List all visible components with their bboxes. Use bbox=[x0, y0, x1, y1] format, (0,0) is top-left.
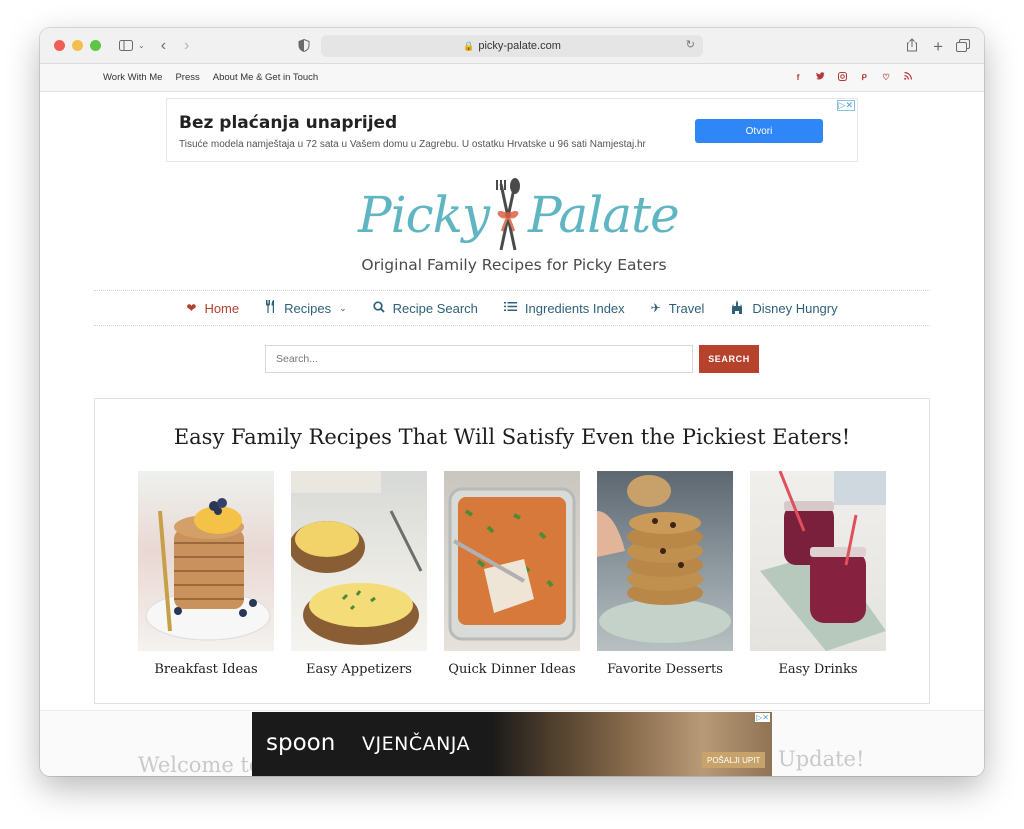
utensils-icon bbox=[265, 300, 276, 316]
share-icon[interactable] bbox=[906, 38, 918, 52]
site-logo[interactable]: Picky Palate bbox=[356, 178, 680, 254]
category-card-drinks[interactable]: Easy Drinks bbox=[750, 471, 886, 677]
castle-icon bbox=[730, 299, 744, 317]
url-text: picky-palate.com bbox=[478, 40, 561, 52]
top-ad-banner[interactable]: Bez plaćanja unaprijed Tisuće modela nam… bbox=[166, 98, 858, 162]
forward-icon[interactable]: › bbox=[184, 37, 189, 55]
bottom-ad-banner[interactable]: spoon VJENČANJA POŠALJI UPIT ▷✕ bbox=[252, 712, 772, 776]
logo-word-palate: Palate bbox=[528, 186, 680, 244]
category-label[interactable]: Favorite Desserts bbox=[597, 662, 733, 677]
address-bar[interactable]: 🔒 picky-palate.com ↻ bbox=[321, 35, 703, 57]
ad-title: Bez plaćanja unaprijed bbox=[179, 113, 398, 133]
ad-close-icon[interactable]: ▷✕ bbox=[755, 713, 770, 722]
zoom-window-button[interactable] bbox=[90, 40, 101, 51]
nav-item-ingredients-index[interactable]: Ingredients Index bbox=[503, 300, 625, 316]
privacy-shield-icon[interactable] bbox=[298, 39, 310, 52]
about-me-link[interactable]: About Me & Get in Touch bbox=[213, 72, 318, 83]
sidebar-icon[interactable] bbox=[119, 40, 133, 51]
site-tagline: Original Family Recipes for Picky Eaters bbox=[361, 256, 667, 274]
reload-icon[interactable]: ↻ bbox=[686, 38, 695, 51]
ad-subtitle: Tisuće modela namještaja u 72 sata u Vaš… bbox=[179, 139, 646, 150]
fork-spoon-logo-icon bbox=[496, 178, 520, 251]
chevron-down-icon: ⌄ bbox=[339, 302, 347, 313]
nav-label-recipes: Recipes bbox=[284, 300, 332, 316]
category-label[interactable]: Breakfast Ideas bbox=[138, 662, 274, 677]
nav-label-travel: Travel bbox=[668, 300, 705, 316]
nav-item-recipe-search[interactable]: Recipe Search bbox=[372, 300, 478, 316]
social-links: f ᑭ ♡ bbox=[792, 72, 914, 83]
search-button[interactable]: SEARCH bbox=[699, 345, 759, 373]
top-link-bar: Work With Me Press About Me & Get in Tou… bbox=[40, 64, 984, 92]
search-icon bbox=[372, 300, 385, 316]
ad-close-icon[interactable]: ▷✕ bbox=[836, 100, 855, 111]
nav-label-disney-hungry: Disney Hungry bbox=[752, 300, 838, 316]
ad-inquiry-button[interactable]: POŠALJI UPIT bbox=[702, 752, 766, 768]
top-links: Work With Me Press About Me & Get in Tou… bbox=[103, 72, 318, 83]
nav-label-recipe-search: Recipe Search bbox=[392, 300, 478, 316]
plane-icon: ✈ bbox=[650, 301, 661, 315]
heart-icon: ❤ bbox=[186, 301, 197, 315]
heart-icon[interactable]: ♡ bbox=[880, 72, 892, 83]
ad-brand-vjencanja: VJENČANJA bbox=[362, 733, 471, 755]
featured-categories: Easy Family Recipes That Will Satisfy Ev… bbox=[94, 398, 930, 704]
close-window-button[interactable] bbox=[54, 40, 65, 51]
nav-item-travel[interactable]: ✈ Travel bbox=[651, 301, 705, 316]
lock-icon: 🔒 bbox=[463, 40, 475, 51]
work-with-me-link[interactable]: Work With Me bbox=[103, 72, 162, 83]
press-link[interactable]: Press bbox=[175, 72, 199, 83]
browser-toolbar: ⌄ ‹ › 🔒 picky-palate.com ↻ + bbox=[40, 28, 984, 64]
nav-label-home: Home bbox=[204, 300, 240, 316]
new-tab-icon[interactable]: + bbox=[933, 37, 943, 57]
category-label[interactable]: Easy Drinks bbox=[750, 662, 886, 677]
facebook-icon[interactable]: f bbox=[792, 72, 804, 83]
ad-brand-spoon: spoon bbox=[266, 730, 336, 756]
ad-open-button[interactable]: Otvori bbox=[695, 119, 823, 143]
category-card-dinner[interactable]: Quick Dinner Ideas bbox=[444, 471, 580, 677]
rss-icon[interactable] bbox=[902, 72, 914, 83]
pancakes-image[interactable] bbox=[138, 471, 274, 651]
smoothie-jars-image[interactable] bbox=[750, 471, 886, 651]
category-card-desserts[interactable]: Favorite Desserts bbox=[597, 471, 733, 677]
category-label[interactable]: Quick Dinner Ideas bbox=[444, 662, 580, 677]
category-label[interactable]: Easy Appetizers bbox=[291, 662, 427, 677]
tab-overview-icon[interactable] bbox=[956, 39, 970, 52]
main-nav: ❤ Home Recipes ⌄ Recipe Search Ingredien… bbox=[94, 290, 930, 326]
minimize-window-button[interactable] bbox=[72, 40, 83, 51]
back-icon[interactable]: ‹ bbox=[161, 37, 166, 55]
search-input[interactable]: Search... bbox=[265, 345, 693, 373]
category-card-appetizers[interactable]: Easy Appetizers bbox=[291, 471, 427, 677]
list-icon bbox=[503, 301, 517, 315]
category-card-breakfast[interactable]: Breakfast Ideas bbox=[138, 471, 274, 677]
logo-word-picky: Picky bbox=[358, 186, 490, 244]
pinterest-icon[interactable]: ᑭ bbox=[858, 72, 870, 83]
browser-window: ⌄ ‹ › 🔒 picky-palate.com ↻ + Work With M… bbox=[40, 28, 984, 776]
nav-label-ingredients-index: Ingredients Index bbox=[524, 300, 625, 316]
twitter-icon[interactable] bbox=[814, 72, 826, 83]
welcome-heading-left: Welcome to bbox=[138, 753, 262, 776]
welcome-heading-right: Update! bbox=[778, 747, 865, 771]
featured-heading: Easy Family Recipes That Will Satisfy Ev… bbox=[173, 425, 851, 449]
cookies-image[interactable] bbox=[597, 471, 733, 651]
instagram-icon[interactable] bbox=[836, 72, 848, 83]
window-controls bbox=[54, 40, 101, 51]
casserole-image[interactable] bbox=[444, 471, 580, 651]
chevron-down-icon[interactable]: ⌄ bbox=[138, 41, 145, 50]
stuffed-potatoes-image[interactable] bbox=[291, 471, 427, 651]
nav-item-home[interactable]: ❤ Home bbox=[186, 301, 239, 316]
nav-item-recipes[interactable]: Recipes ⌄ bbox=[265, 300, 347, 316]
nav-item-disney-hungry[interactable]: Disney Hungry bbox=[730, 299, 838, 317]
